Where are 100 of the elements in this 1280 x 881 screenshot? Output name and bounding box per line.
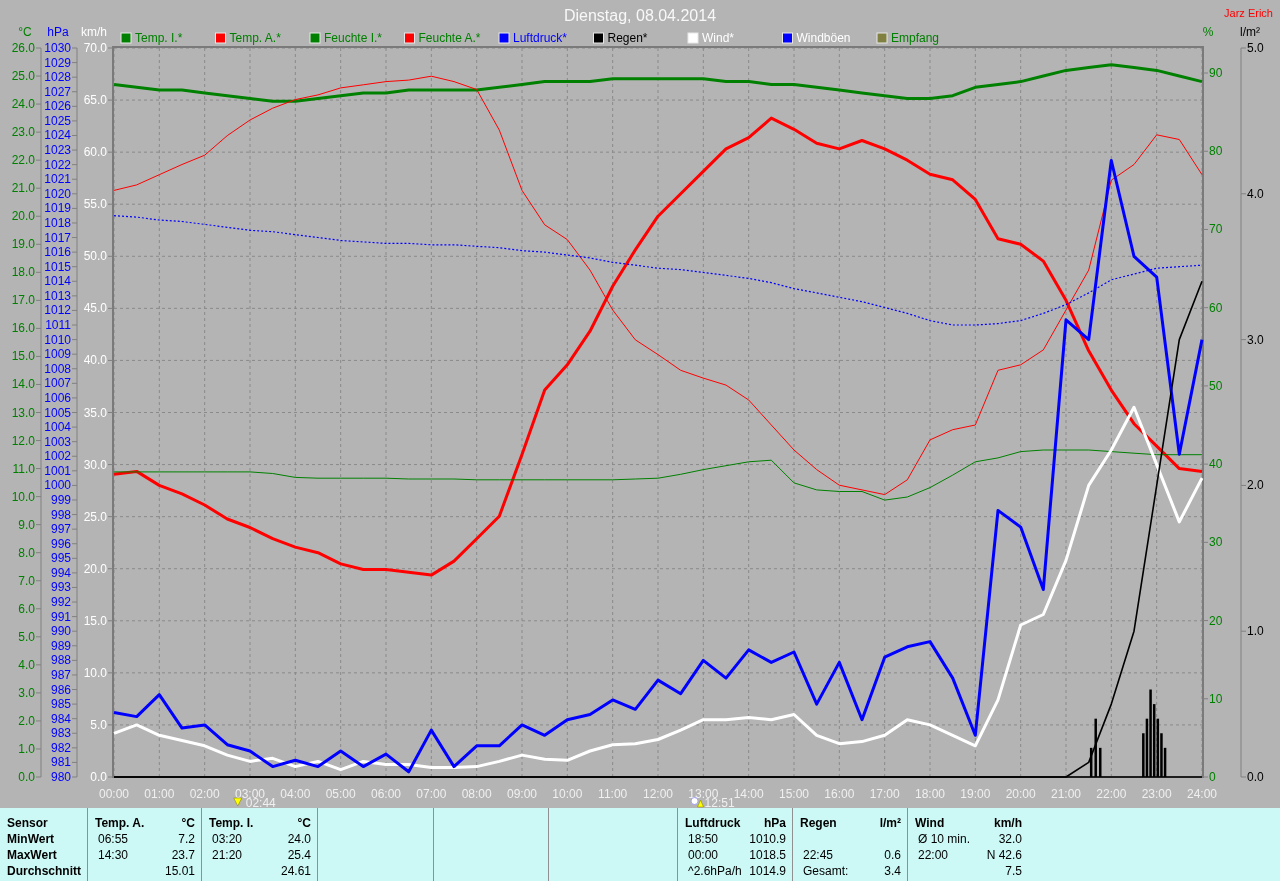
axis-tick-label: 0.0 [18,770,35,784]
axis-tick-label: 3.0 [1247,332,1264,347]
chart-title: Dienstag, 08.04.2014 [563,7,717,24]
column-header: Luftdruck [685,815,741,831]
axis-tick-label: 14.0 [11,377,35,392]
axis-tick-label: 23.0 [11,125,35,140]
axis-tick-label: 981 [50,755,71,770]
axis-tick-label: 1018 [44,215,71,230]
legend-label: Temp. A.* [229,31,281,45]
table-cell-text: Ø 10 min. [917,831,971,847]
table-cell-text: 22:45 [802,847,834,863]
axis-tick-label: 1019 [44,201,71,216]
column-header: Temp. I. [209,815,254,831]
time-axis-label: 18:00 [915,787,945,801]
column-header: Temp. A. [95,815,145,831]
axis-tick-label: 80 [1209,144,1223,159]
axis-tick-label: 25.0 [83,509,107,524]
axis-tick-label: 40.0 [83,353,107,368]
time-axis-label: 16:00 [824,787,855,801]
axis-tick-label: 988 [50,653,71,668]
axis-tick-label: 4.0 [1247,186,1264,201]
table-cell: 1018.5 [749,847,786,863]
time-axis-label: 10:00 [552,787,583,801]
column-header: Wind [915,815,945,831]
axis-tick-label: 22.0 [11,153,35,168]
time-axis-label: 05:00 [325,787,356,801]
time-axis-label: 17:00 [869,787,900,801]
time-axis-label: 08:00 [461,787,492,801]
axis-tick-label: 993 [50,580,71,595]
unit-label: °C [181,815,195,831]
axis-tick-label: 90 [1209,66,1223,81]
axis-tick-label: 19.0 [11,237,35,252]
axis-tick-label: 20.0 [83,561,107,576]
axis-tick-label: 2.0 [18,713,35,728]
axis-tick-label: 996 [50,536,71,551]
axis-unit: °C [18,25,32,39]
axis-tick-label: 18.0 [11,265,35,280]
table-cell-text: 03:20 [211,831,243,847]
table-cell: 7.2 [178,831,195,847]
axis-tick-label: 1008 [44,361,71,376]
axis-tick-label: 6.0 [18,601,35,616]
axis-tick-label: 1001 [44,463,71,478]
unit-label: l/m² [879,815,901,831]
table-cell: 3.4 [884,863,901,879]
axis-tick-label: 11.0 [12,461,35,476]
table-cell: N 42.6 [986,847,1022,863]
time-axis-label: 24:00 [1187,787,1217,801]
axis-tick-label: 1015 [44,259,71,274]
legend-label: Empfang [891,31,940,45]
axis-tick-label: 60.0 [83,145,107,160]
axis-tick-label: 12.0 [11,433,35,448]
axis-tick-label: 989 [50,638,71,653]
table-cell: 25.4 [287,847,311,863]
axis-tick-label: 13.0 [11,405,35,420]
axis-tick-label: 15.0 [11,349,35,364]
axis-tick-label: 990 [50,624,71,639]
time-axis-label: 15:00 [779,787,809,801]
column-header: Regen [800,815,837,831]
axis-tick-label: 1020 [44,186,71,201]
time-axis-label: 04:00 [280,787,311,801]
axis-tick-label: 21.0 [11,181,35,196]
table-cell: 23.7 [171,847,195,863]
axis-tick-label: 45.0 [83,301,107,316]
axis-tick-label: 983 [50,726,71,741]
axis-tick-label: 7.0 [18,573,35,588]
axis-tick-label: 70 [1209,222,1223,237]
axis-tick-label: 8.0 [18,545,35,560]
axis-tick-label: 20 [1209,613,1223,628]
axis-tick-label: 24.0 [11,97,35,112]
table-cell: 15.01 [164,863,195,879]
time-axis-label: 12:00 [643,787,673,801]
table-cell: 24.0 [287,831,311,847]
row-label: MinWert [7,831,56,847]
axis-tick-label: 1027 [44,84,71,99]
axis-tick-label: 5.0 [1247,41,1264,55]
axis-unit: hPa [47,25,69,39]
axis-tick-label: 0.0 [1247,770,1264,784]
axis-tick-label: 10.0 [83,665,107,680]
axis-tick-label: 994 [50,565,71,580]
time-axis-label: 11:00 [598,787,628,801]
axis-tick-label: 3.0 [18,685,35,700]
axis-tick-label: 50 [1209,378,1223,393]
row-label: MaxWert [7,847,58,863]
legend-label: Temp. I.* [135,31,183,45]
axis-unit: % [1202,25,1214,39]
axis-tick-label: 1004 [44,420,71,435]
axis-tick-label: 9.0 [18,517,35,532]
axis-tick-label: 20.0 [11,209,35,224]
axis-tick-label: 1014 [44,274,71,289]
axis-tick-label: 995 [50,551,71,566]
axis-tick-label: 1017 [44,230,71,245]
axis-tick-label: 1028 [44,70,71,85]
axis-tick-label: 982 [50,740,71,755]
axis-tick-label: 4.0 [18,657,35,672]
time-axis-label: 19:00 [960,787,991,801]
axis-tick-label: 999 [50,493,71,507]
axis-tick-label: 55.0 [83,197,107,212]
table-cell: 1014.9 [749,863,786,879]
axis-tick-label: 0 [1209,770,1216,784]
legend-label: Luftdruck* [513,31,568,45]
